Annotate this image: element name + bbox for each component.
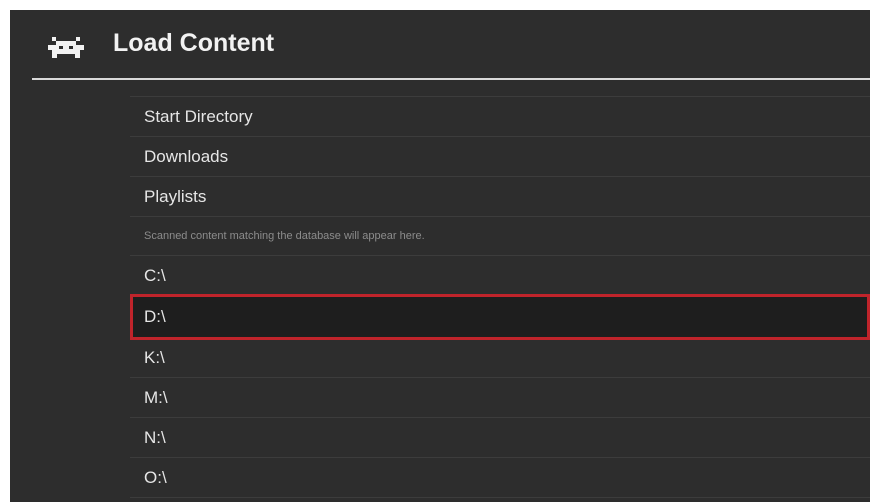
list-item-downloads[interactable]: Downloads bbox=[130, 137, 870, 177]
list-item-drive-o[interactable]: O:\ bbox=[130, 458, 870, 498]
load-content-screen: Load Content Start Directory Downloads P… bbox=[10, 10, 870, 502]
content-list: Start Directory Downloads Playlists Scan… bbox=[130, 96, 870, 498]
header-divider bbox=[32, 78, 870, 80]
list-item-drive-c[interactable]: C:\ bbox=[130, 256, 870, 296]
header: Load Content bbox=[10, 10, 870, 78]
list-item-drive-k[interactable]: K:\ bbox=[130, 338, 870, 378]
list-item-start-directory[interactable]: Start Directory bbox=[130, 97, 870, 137]
info-text: Scanned content matching the database wi… bbox=[130, 217, 870, 256]
retroarch-invader-icon bbox=[48, 37, 84, 58]
list-item-drive-m[interactable]: M:\ bbox=[130, 378, 870, 418]
list-item-drive-d[interactable]: D:\ bbox=[130, 294, 870, 340]
page-title: Load Content bbox=[113, 29, 275, 57]
list-item-drive-n[interactable]: N:\ bbox=[130, 418, 870, 458]
list-item-playlists[interactable]: Playlists bbox=[130, 177, 870, 217]
